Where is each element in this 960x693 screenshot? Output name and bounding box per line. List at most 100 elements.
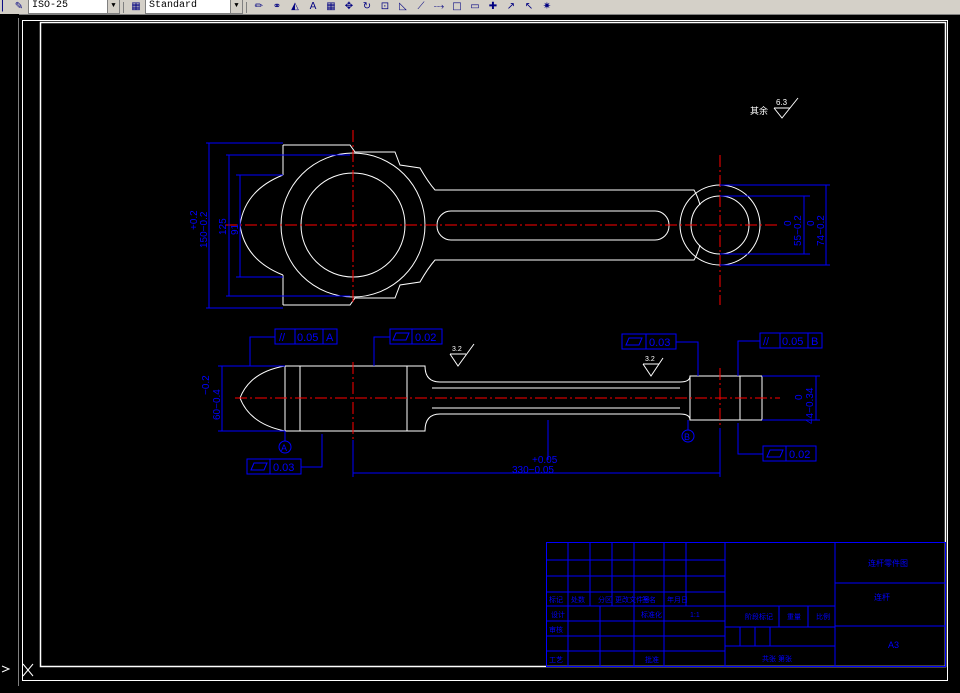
drawing-canvas[interactable]: 其余 6.3 150−0.2 +0.2 125 91 55−0.2 0 74−0… [0,14,960,686]
dim-74-tol: 0 [806,220,817,226]
top-dim-texts: 150−0.2 +0.2 125 91 55−0.2 0 74−0.2 0 [189,210,827,248]
leader-icon[interactable]: ↖ [522,1,536,13]
link-icon[interactable]: ⚭ [270,1,284,13]
surface-note-value: 6.3 [776,98,788,107]
rectangle-icon[interactable]: □ [450,1,464,13]
flatness-icon [625,337,643,346]
move-icon[interactable]: ✥ [342,1,356,13]
toolbar: ▏ ✎ ISO-25 ▼ ▦ Standard ▼ ✏ ⚭ ◭ A ▦ ✥ ↻ … [0,0,960,15]
gdt-texts: // 0.05 A 0.02 0.03 0.03 // 0.05 B 0.02 … [273,332,818,474]
flatness-icon [766,449,784,458]
gdt-flat-1-value: 0.02 [415,332,436,344]
aligned-dim-icon[interactable]: ⤏ [432,1,446,13]
dim-150-label: 150−0.2 [199,211,210,248]
dim-55-tol: 0 [783,220,794,226]
gdt-flat-3-leader [676,341,699,376]
dim-44-label: 44−0.34 [805,387,816,424]
dimstyle-select[interactable]: ISO-25 ▼ [28,0,120,14]
mirror-icon[interactable]: ◺ [396,1,410,13]
tb-design: 设计 [551,610,565,619]
gdt-parallel-b-leader [737,340,760,376]
textstyle-value: Standard [149,0,198,11]
rotate-icon[interactable]: ↻ [360,1,374,13]
gdt-parallel-a-leader [249,336,275,366]
roughness-2-value: 3.2 [645,356,655,363]
drawing-frame [39,21,947,668]
flatness-icon [392,332,410,341]
tb-process: 工艺 [549,656,563,664]
gdt-flat-3-value: 0.03 [649,337,670,349]
gdt-parallel-b-ref: B [811,336,818,348]
gdt-parallel-a-value: 0.05 [297,332,318,344]
linear-dim-icon[interactable]: ⟋ [414,1,428,13]
tb-part: 连杆 [874,592,890,602]
dim-150-tol: +0.2 [189,210,200,230]
tb-ratio: 比例 [816,612,830,621]
chevron-down-icon[interactable]: ▼ [107,0,119,13]
gdt-parallel-b-value: 0.05 [782,336,803,348]
cross-icon[interactable]: ✚ [486,1,500,13]
tb-label-zone: 分区 [598,595,612,604]
tb-paper-size: A3 [888,640,899,650]
tb-weight: 重量 [787,613,801,621]
tb-label-sign: 签名 [642,595,656,604]
flatness-icon [250,462,268,471]
datum-b-label: B [684,432,690,442]
dim-125-label: 125 [218,218,229,235]
tb-standardize: 标准化 [641,610,662,619]
tb-review: 审核 [549,625,563,634]
text-icon[interactable]: A [306,1,320,13]
roughness-1-value: 3.2 [452,346,462,353]
status-bar [0,686,960,693]
title-block-texts: 标记 处数 分区 更改文件号 签名 年月日 设计 标准化 1:1 阶段标记 重量… [549,558,908,664]
front-rod-upper [407,365,762,383]
dim-74-label: 74−0.2 [816,215,827,246]
left-margin [0,14,19,686]
surface-note: 其余 [750,105,768,116]
tb-label-mark: 标记 [549,595,563,604]
top-outline-upper [283,144,701,206]
arrow-icon[interactable]: ↗ [504,1,518,13]
dimstyle-icon[interactable]: ✎ [12,1,26,13]
dim-44-tol: 0 [794,394,805,400]
pencil-icon[interactable]: ✏ [252,1,266,13]
textstyle-select[interactable]: Standard ▼ [145,0,243,14]
sheet-outer-border [22,20,948,681]
top-centerlines [225,130,780,305]
dim-60-tol: −0.2 [201,375,212,395]
gdt-parallel-b-symbol: // [763,336,770,348]
toolbar-separator [123,1,124,13]
flatness-symbols [250,332,784,471]
gdt-flat-2-leader [301,434,323,468]
tb-scale-value: 1:1 [690,612,700,619]
dim-60-label: 60−0.4 [212,389,223,420]
gdt-parallel-a-symbol: // [279,332,286,344]
triangle-icon[interactable]: ◭ [288,1,302,13]
textstyle-icon[interactable]: ▦ [129,1,143,13]
tb-approve: 批准 [645,655,659,664]
gdt-flat-1-leader [373,336,390,366]
sparkle-icon[interactable]: ✷ [540,1,554,13]
toolbar-separator [246,1,247,13]
tb-sheet: 共张 第张 [762,654,792,663]
front-dim-texts: 60−0.4 −0.2 44−0.34 0 +0.05 330−0.05 [201,375,816,476]
dim-55-label: 55−0.2 [793,215,804,246]
chevron-down-icon[interactable]: ▼ [230,0,242,13]
toolbar-grip-icon: ▏ [2,1,10,12]
dim-330-label: 330−0.05 [512,465,554,476]
scale-icon[interactable]: ⊡ [378,1,392,13]
box-icon[interactable]: ▭ [468,1,482,13]
gdt-parallel-a-ref: A [326,332,334,344]
tb-label-date: 年月日 [667,595,688,604]
gdt-flat-4-leader [737,423,763,455]
grid-icon[interactable]: ▦ [324,1,338,13]
datum-a-label: A [281,443,287,453]
tb-name: 连杆零件图 [868,558,908,568]
tb-stage: 阶段标记 [745,612,773,621]
tb-label-count: 处数 [571,595,585,604]
front-dimensions [218,328,823,477]
gdt-flat-4-value: 0.02 [789,449,810,461]
dimstyle-value: ISO-25 [32,0,69,11]
gdt-flat-2-value: 0.03 [273,462,294,474]
front-rod-lower [407,413,762,432]
